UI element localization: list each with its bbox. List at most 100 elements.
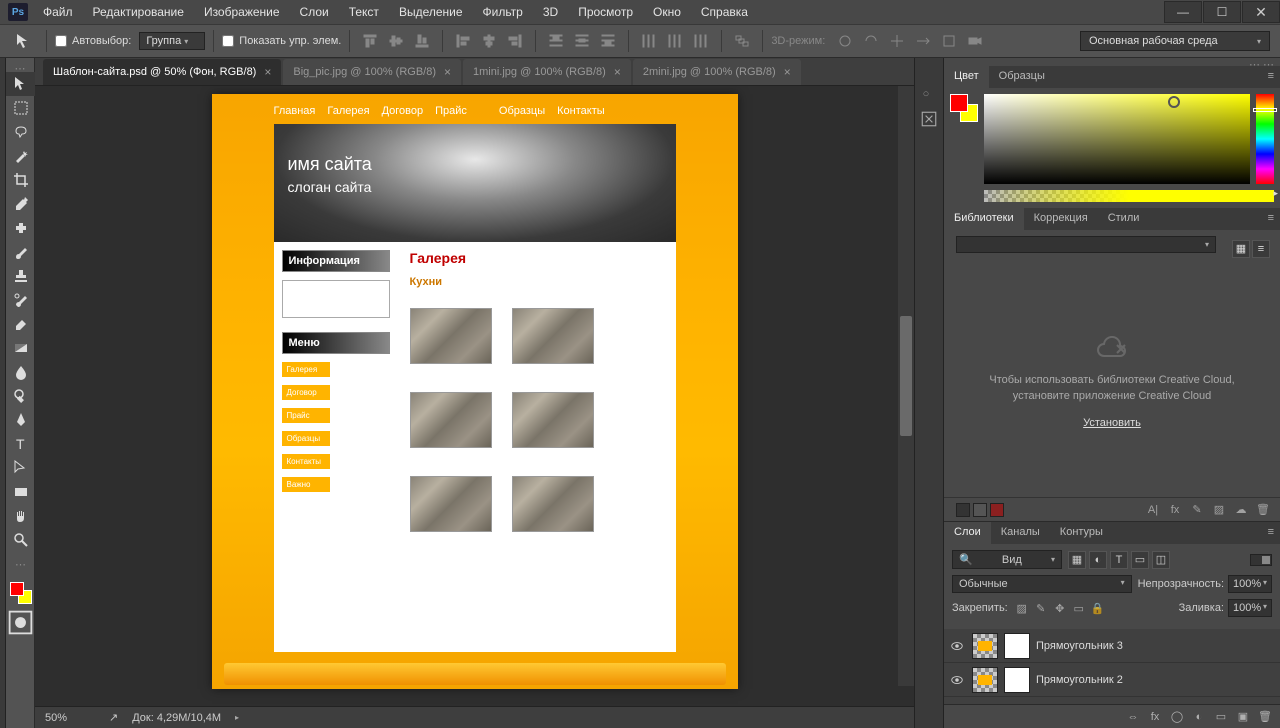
menu-выделение[interactable]: Выделение — [390, 1, 472, 23]
align-top-icon[interactable] — [358, 29, 382, 53]
history-brush-tool[interactable] — [6, 288, 35, 312]
status-menu-arrow[interactable]: ▸ — [235, 713, 239, 722]
close-tab-icon[interactable]: × — [444, 65, 451, 79]
close-tab-icon[interactable]: × — [614, 65, 621, 79]
eraser-tool[interactable] — [6, 312, 35, 336]
crop-tool[interactable] — [6, 168, 35, 192]
tab-swatches[interactable]: Образцы — [989, 66, 1055, 88]
heal-tool[interactable] — [6, 216, 35, 240]
distribute-bottom-icon[interactable] — [596, 29, 620, 53]
fg-bg-swatches[interactable] — [10, 582, 32, 604]
opacity-input[interactable]: 100%▾ — [1228, 575, 1272, 593]
toolbox-grip[interactable]: ⋯ — [6, 64, 34, 72]
align-left-icon[interactable] — [451, 29, 475, 53]
tab-layers[interactable]: Слои — [944, 522, 991, 544]
3d-scale-icon[interactable] — [937, 29, 961, 53]
lib-list-view-icon[interactable]: ≡ — [1252, 240, 1270, 258]
distribute-top-icon[interactable] — [544, 29, 568, 53]
move-tool-indicator[interactable] — [10, 30, 38, 52]
dodge-tool[interactable] — [6, 384, 35, 408]
new-group-icon[interactable]: ▭ — [1212, 708, 1230, 726]
filter-type-icon[interactable]: T — [1110, 551, 1128, 569]
marquee-tool[interactable] — [6, 96, 35, 120]
filter-toggle[interactable] — [1250, 554, 1272, 566]
tab-adjustments[interactable]: Коррекция — [1024, 208, 1098, 230]
menu-файл[interactable]: Файл — [34, 1, 82, 23]
distribute-right-icon[interactable] — [689, 29, 713, 53]
fg-color-swatch[interactable] — [10, 582, 24, 596]
3d-pan-icon[interactable] — [885, 29, 909, 53]
close-tab-icon[interactable]: × — [264, 65, 271, 79]
3d-camera-icon[interactable] — [963, 29, 987, 53]
menu-3d[interactable]: 3D — [534, 1, 567, 23]
lock-all-icon[interactable]: 🔒 — [1090, 600, 1106, 616]
delete-layer-icon[interactable]: 🗑 — [1256, 708, 1274, 726]
close-button[interactable]: ✕ — [1242, 1, 1280, 23]
lock-pixels-icon[interactable]: ✎ — [1033, 600, 1049, 616]
align-hcenter-icon[interactable] — [477, 29, 501, 53]
lib-install-link[interactable]: Установить — [1083, 417, 1141, 429]
panel-menu-icon[interactable]: ≡ — [1262, 522, 1280, 544]
wand-tool[interactable] — [6, 144, 35, 168]
blend-mode-dropdown[interactable]: Обычные▾ — [952, 575, 1132, 593]
lock-artboard-icon[interactable]: ▭ — [1071, 600, 1087, 616]
menu-текст[interactable]: Текст — [340, 1, 388, 23]
blur-tool[interactable] — [6, 360, 35, 384]
document-tab[interactable]: 2mini.jpg @ 100% (RGB/8)× — [633, 59, 801, 85]
link-layers-icon[interactable]: ⇔ — [1124, 708, 1142, 726]
library-dropdown[interactable]: ▾ — [956, 236, 1216, 253]
menu-просмотр[interactable]: Просмотр — [569, 1, 642, 23]
rectangle-tool[interactable] — [6, 480, 35, 504]
vertical-scrollbar[interactable] — [898, 86, 914, 686]
tab-color[interactable]: Цвет — [944, 66, 989, 88]
menu-фильтр[interactable]: Фильтр — [474, 1, 532, 23]
path-select-tool[interactable] — [6, 456, 35, 480]
align-right-icon[interactable] — [503, 29, 527, 53]
tab-libraries[interactable]: Библиотеки — [944, 208, 1024, 230]
menu-слои[interactable]: Слои — [291, 1, 338, 23]
lib-fx-icon[interactable]: fx — [1166, 501, 1184, 519]
lib-char-icon[interactable]: A| — [1144, 501, 1162, 519]
lib-graphic-icon[interactable]: ▨ — [1210, 501, 1228, 519]
lib-footer-color-swatch[interactable] — [973, 503, 987, 517]
show-controls-checkbox[interactable]: Показать упр. элем. — [222, 35, 341, 47]
hand-tool[interactable] — [6, 504, 35, 528]
menu-редактирование[interactable]: Редактирование — [84, 1, 193, 23]
layer-visibility-icon[interactable] — [948, 671, 966, 689]
zoom-tool[interactable] — [6, 528, 35, 552]
close-tab-icon[interactable]: × — [784, 65, 791, 79]
3d-slide-icon[interactable] — [911, 29, 935, 53]
layer-row[interactable]: Прямоугольник 2 — [944, 663, 1280, 697]
filter-pixel-icon[interactable]: ▦ — [1068, 551, 1086, 569]
workspace-dropdown[interactable]: Основная рабочая среда▾ — [1080, 31, 1270, 51]
lib-footer-color-swatch[interactable] — [956, 503, 970, 517]
panel-menu-icon[interactable]: ≡ — [1262, 66, 1280, 88]
autoselect-group-dropdown[interactable]: Группа ▾ — [139, 32, 205, 50]
lib-brush-icon[interactable]: ✎ — [1188, 501, 1206, 519]
color-field[interactable] — [984, 94, 1250, 184]
lock-transparency-icon[interactable]: ▨ — [1014, 600, 1030, 616]
menu-изображение[interactable]: Изображение — [195, 1, 289, 23]
align-bottom-icon[interactable] — [410, 29, 434, 53]
tab-paths[interactable]: Контуры — [1050, 522, 1113, 544]
brush-tool[interactable] — [6, 240, 35, 264]
filter-smart-icon[interactable]: ◫ — [1152, 551, 1170, 569]
panel-menu-icon[interactable]: ≡ — [1262, 208, 1280, 230]
canvas-viewport[interactable]: ГлавнаяГалереяДоговорПрайсОбразцыКонтакт… — [35, 86, 914, 706]
maximize-button[interactable]: ☐ — [1203, 1, 1241, 23]
distribute-vcenter-icon[interactable] — [570, 29, 594, 53]
filter-adjust-icon[interactable]: ◐ — [1089, 551, 1107, 569]
layer-row[interactable]: Прямоугольник 3 — [944, 629, 1280, 663]
tab-styles[interactable]: Стили — [1098, 208, 1150, 230]
minimize-button[interactable]: — — [1164, 1, 1202, 23]
new-layer-icon[interactable]: ▣ — [1234, 708, 1252, 726]
document-tab[interactable]: 1mini.jpg @ 100% (RGB/8)× — [463, 59, 631, 85]
history-panel-icon[interactable] — [918, 108, 940, 130]
fill-input[interactable]: 100%▾ — [1228, 599, 1272, 617]
layer-filter-dropdown[interactable]: 🔍Вид▾ — [952, 550, 1062, 569]
alpha-slider[interactable]: ▸ — [984, 190, 1274, 202]
share-icon[interactable]: ↗ — [109, 711, 118, 724]
lock-position-icon[interactable]: ✥ — [1052, 600, 1068, 616]
gradient-tool[interactable] — [6, 336, 35, 360]
3d-orbit-icon[interactable] — [833, 29, 857, 53]
